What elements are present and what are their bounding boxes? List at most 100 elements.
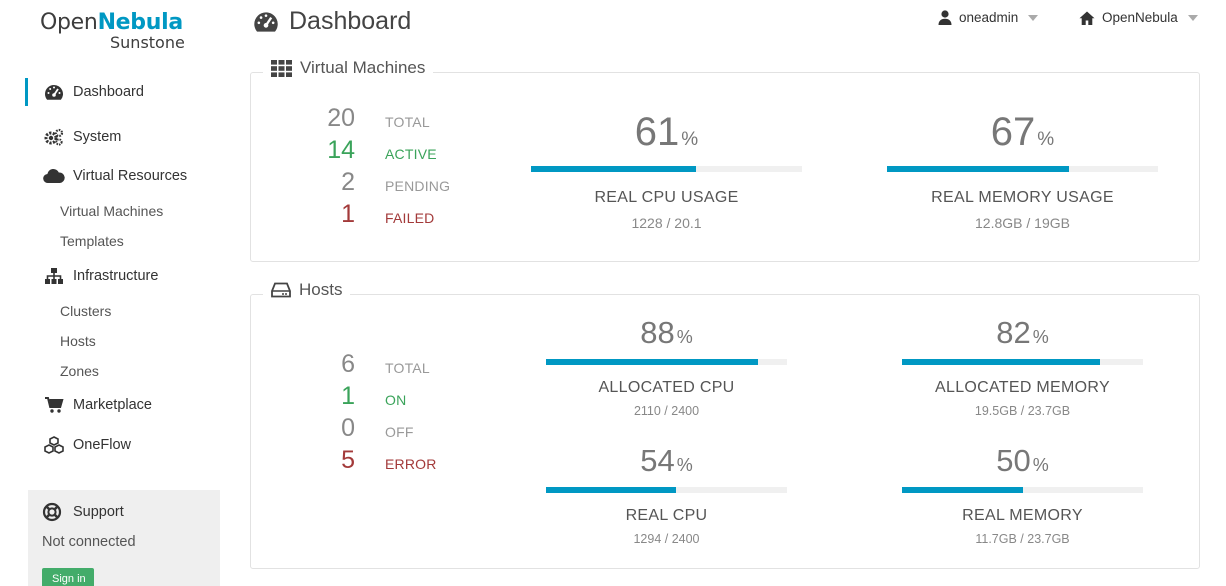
host-stat-on[interactable]: 1 ON xyxy=(251,382,501,414)
vm-stat-pending[interactable]: 2 PENDING xyxy=(251,168,501,200)
vm-stat-failed[interactable]: 1 FAILED xyxy=(251,200,501,232)
host-stat-off[interactable]: 0 OFF xyxy=(251,414,501,446)
stat-label: TOTAL xyxy=(385,114,430,130)
sign-in-button[interactable]: Sign in xyxy=(42,568,94,586)
progress-bar xyxy=(887,166,1158,172)
gauge-title: REAL CPU USAGE xyxy=(594,189,739,206)
user-menu[interactable]: oneadmin xyxy=(938,10,1039,25)
gauge-percent: 88% xyxy=(640,315,693,350)
gauge-percent: 50% xyxy=(996,443,1049,478)
gauge-detail: 19.5GB / 23.7GB xyxy=(974,404,1071,418)
cubes-icon xyxy=(43,435,65,455)
cogs-icon xyxy=(43,127,65,147)
progress-fill xyxy=(546,359,759,365)
panel-legend: Hosts xyxy=(263,280,351,300)
sidebar-item-system[interactable]: System xyxy=(25,117,225,157)
gauge-detail: 2110 / 2400 xyxy=(633,404,700,418)
tachometer-icon xyxy=(253,11,279,32)
panel-legend: Virtual Machines xyxy=(263,58,434,78)
gauge-detail: 1294 / 2400 xyxy=(633,532,700,546)
stat-label: ERROR xyxy=(385,456,437,472)
gauge-percent: 54% xyxy=(640,443,693,478)
sidebar-item-label: Dashboard xyxy=(73,84,144,100)
stat-label: OFF xyxy=(385,424,414,440)
progress-bar xyxy=(902,487,1143,493)
real-memory-gauge: 50% REAL MEMORY 11.7GB / 23.7GB xyxy=(902,445,1143,546)
host-stat-error[interactable]: 5 ERROR xyxy=(251,446,501,478)
page-title-text: Dashboard xyxy=(289,7,412,35)
progress-bar xyxy=(546,487,787,493)
progress-fill xyxy=(902,487,1023,493)
stat-number: 1 xyxy=(341,382,355,410)
zone-menu[interactable]: OpenNebula xyxy=(1079,10,1198,25)
sidebar-nav: Dashboard System Virtual Resources Virtu… xyxy=(25,78,225,465)
support-status: Not connected xyxy=(42,534,136,550)
gauge-detail: 1228 / 20.1 xyxy=(631,215,702,231)
stat-label: ON xyxy=(385,392,407,408)
stat-label: FAILED xyxy=(385,210,435,226)
sidebar-subitem-hosts[interactable]: Hosts xyxy=(25,326,225,356)
gauge-title: REAL CPU xyxy=(625,507,708,524)
sidebar-item-infrastructure[interactable]: Infrastructure xyxy=(25,256,225,296)
vm-stat-active[interactable]: 14 ACTIVE xyxy=(251,136,501,168)
tachometer-icon xyxy=(43,82,65,102)
sidebar-item-virtual-resources[interactable]: Virtual Resources xyxy=(25,157,225,197)
opennebula-logo[interactable]: OpenNebula Sunstone xyxy=(40,8,190,52)
progress-bar xyxy=(531,166,802,172)
sidebar-subitem-clusters[interactable]: Clusters xyxy=(25,296,225,326)
life-ring-icon xyxy=(42,502,64,522)
zone-name: OpenNebula xyxy=(1102,10,1178,25)
page-title: Dashboard xyxy=(253,7,411,36)
sidebar-item-label: Virtual Resources xyxy=(73,168,188,185)
host-stats: 6 TOTAL 1 ON 0 OFF 5 ERROR xyxy=(251,350,501,478)
support-header[interactable]: Support xyxy=(42,502,206,522)
chevron-down-icon xyxy=(1028,14,1039,21)
grid-icon xyxy=(271,59,292,77)
virtual-machines-panel: Virtual Machines 20 TOTAL 14 ACTIVE 2 PE… xyxy=(250,58,1200,262)
progress-bar xyxy=(902,359,1143,365)
sidebar-item-dashboard[interactable]: Dashboard xyxy=(25,78,225,106)
gauge-title: REAL MEMORY xyxy=(962,507,1083,524)
sidebar-subitem-virtual-machines[interactable]: Virtual Machines xyxy=(25,196,225,226)
progress-fill xyxy=(887,166,1069,172)
vm-stats: 20 TOTAL 14 ACTIVE 2 PENDING 1 FAILED xyxy=(251,104,501,232)
stat-label: ACTIVE xyxy=(385,146,437,162)
real-memory-usage-gauge: 67% REAL MEMORY USAGE 12.8GB / 19GB xyxy=(887,112,1158,231)
stat-label: PENDING xyxy=(385,178,451,194)
sidebar-subitem-templates[interactable]: Templates xyxy=(25,226,225,256)
sidebar-subitem-zones[interactable]: Zones xyxy=(25,356,225,386)
real-cpu-gauge: 54% REAL CPU 1294 / 2400 xyxy=(546,445,787,546)
stat-number: 2 xyxy=(341,168,355,196)
gauge-percent: 67% xyxy=(990,110,1055,154)
user-icon xyxy=(938,10,952,25)
stat-number: 5 xyxy=(341,446,355,474)
user-name: oneadmin xyxy=(959,10,1019,25)
gauge-detail: 11.7GB / 23.7GB xyxy=(975,532,1070,546)
hdd-icon xyxy=(271,282,291,298)
gauge-title: REAL MEMORY USAGE xyxy=(931,189,1114,206)
gauge-title: ALLOCATED CPU xyxy=(598,379,735,396)
real-cpu-usage-gauge: 61% REAL CPU USAGE 1228 / 20.1 xyxy=(531,112,802,231)
host-stat-total[interactable]: 6 TOTAL xyxy=(251,350,501,382)
support-panel: Support Not connected Sign in xyxy=(28,490,220,586)
gauge-detail: 12.8GB / 19GB xyxy=(975,215,1070,231)
sitemap-icon xyxy=(43,266,65,286)
progress-bar xyxy=(546,359,787,365)
sidebar-item-oneflow[interactable]: OneFlow xyxy=(25,425,225,465)
gauge-percent: 61% xyxy=(634,110,699,154)
cloud-icon xyxy=(43,166,65,186)
home-icon xyxy=(1079,11,1095,25)
vm-stat-total[interactable]: 20 TOTAL xyxy=(251,104,501,136)
panel-legend-text: Hosts xyxy=(299,280,343,299)
stat-number: 0 xyxy=(341,414,355,442)
sidebar-item-marketplace[interactable]: Marketplace xyxy=(25,386,225,426)
stat-label: TOTAL xyxy=(385,360,430,376)
panel-legend-text: Virtual Machines xyxy=(300,58,426,77)
stat-number: 14 xyxy=(327,136,355,164)
shopping-cart-icon xyxy=(43,395,65,415)
sidebar-item-label: Marketplace xyxy=(73,397,152,414)
sidebar-item-label: OneFlow xyxy=(73,436,132,453)
logo-wordmark: OpenNebula xyxy=(40,10,183,35)
stat-number: 20 xyxy=(327,104,355,132)
sidebar-item-label: System xyxy=(73,128,122,145)
